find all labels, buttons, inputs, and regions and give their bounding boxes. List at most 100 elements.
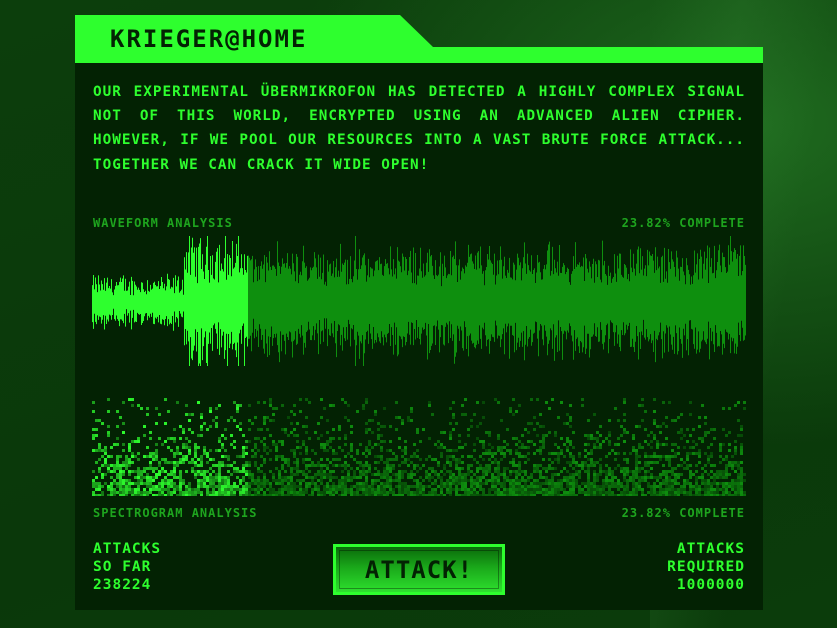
spectrogram-pixel xyxy=(227,488,230,491)
spectrogram-pixel xyxy=(443,464,446,467)
spectrogram-pixel xyxy=(404,458,407,461)
spectrogram-pixel xyxy=(395,494,398,496)
spectrogram-pixel xyxy=(401,485,404,488)
spectrogram-pixel xyxy=(101,449,104,452)
spectrogram-pixel xyxy=(317,479,320,482)
spectrogram-pixel xyxy=(515,479,518,482)
spectrogram-pixel xyxy=(281,476,284,479)
spectrogram-pixel xyxy=(740,482,743,485)
spectrogram-pixel xyxy=(356,494,359,496)
spectrogram-pixel xyxy=(254,494,257,496)
spectrogram-pixel xyxy=(272,407,275,410)
spectrogram-pixel xyxy=(296,473,299,476)
spectrogram-pixel xyxy=(416,482,419,485)
spectrogram-pixel xyxy=(590,494,593,496)
spectrogram-pixel xyxy=(170,491,173,494)
spectrogram-pixel xyxy=(125,479,128,482)
spectrogram-pixel xyxy=(650,494,653,496)
spectrogram-pixel xyxy=(584,455,587,458)
spectrogram-pixel xyxy=(680,428,683,431)
spectrogram-pixel xyxy=(278,479,281,482)
spectrogram-pixel xyxy=(209,485,212,488)
spectrogram-pixel xyxy=(365,488,368,491)
spectrogram-pixel xyxy=(494,470,497,473)
spectrogram-pixel xyxy=(719,473,722,476)
spectrogram-pixel xyxy=(446,470,449,473)
spectrogram-pixel xyxy=(137,404,140,407)
spectrogram-pixel xyxy=(329,494,332,496)
spectrogram-pixel xyxy=(572,461,575,464)
spectrogram-pixel xyxy=(272,443,275,446)
spectrogram-pixel xyxy=(605,455,608,458)
spectrogram-pixel xyxy=(302,488,305,491)
spectrogram-pixel xyxy=(467,470,470,473)
spectrogram-pixel xyxy=(116,482,119,485)
spectrogram-pixel xyxy=(293,473,296,476)
spectrogram-pixel xyxy=(263,473,266,476)
spectrogram-pixel xyxy=(569,482,572,485)
spectrogram-pixel xyxy=(737,482,740,485)
attack-button[interactable]: ATTACK! xyxy=(333,544,505,595)
spectrogram-pixel xyxy=(371,485,374,488)
spectrogram-pixel xyxy=(395,455,398,458)
spectrogram-pixel xyxy=(248,473,251,476)
spectrogram-pixel xyxy=(476,470,479,473)
spectrogram-pixel xyxy=(431,467,434,470)
spectrogram-pixel xyxy=(281,443,284,446)
spectrogram-pixel xyxy=(461,488,464,491)
spectrogram-pixel xyxy=(263,458,266,461)
spectrogram-pixel xyxy=(284,476,287,479)
spectrogram-pixel xyxy=(563,467,566,470)
spectrogram-pixel xyxy=(707,473,710,476)
spectrogram-pixel xyxy=(386,449,389,452)
spectrogram-pixel xyxy=(557,455,560,458)
spectrogram-pixel xyxy=(440,470,443,473)
spectrogram-pixel xyxy=(542,491,545,494)
spectrogram-pixel xyxy=(158,470,161,473)
spectrogram-pixel xyxy=(218,449,221,452)
spectrogram-pixel xyxy=(113,491,116,494)
spectrogram-pixel xyxy=(212,476,215,479)
spectrogram-pixel xyxy=(335,464,338,467)
spectrogram-pixel xyxy=(239,404,242,407)
spectrogram-pixel xyxy=(605,464,608,467)
spectrogram-pixel xyxy=(173,428,176,431)
spectrogram-pixel xyxy=(320,494,323,496)
spectrogram-pixel xyxy=(644,473,647,476)
spectrogram-pixel xyxy=(383,485,386,488)
spectrogram-pixel xyxy=(236,467,239,470)
spectrogram-pixel xyxy=(176,452,179,455)
spectrogram-pixel xyxy=(626,494,629,496)
spectrogram-pixel xyxy=(107,470,110,473)
spectrogram-pixel xyxy=(599,485,602,488)
spectrogram-pixel xyxy=(236,488,239,491)
spectrogram-pixel xyxy=(440,446,443,449)
spectrogram-pixel xyxy=(305,398,308,401)
spectrogram-pixel xyxy=(500,452,503,455)
spectrogram-pixel xyxy=(125,461,128,464)
spectrogram-pixel xyxy=(275,407,278,410)
spectrogram-pixel xyxy=(227,476,230,479)
spectrogram-pixel xyxy=(617,452,620,455)
spectrogram-pixel xyxy=(377,485,380,488)
spectrogram-pixel xyxy=(419,485,422,488)
spectrogram-pixel xyxy=(353,494,356,496)
spectrogram-pixel xyxy=(716,485,719,488)
spectrogram-pixel xyxy=(356,461,359,464)
spectrogram-pixel xyxy=(590,491,593,494)
spectrogram-pixel xyxy=(290,449,293,452)
spectrogram-pixel xyxy=(188,488,191,491)
spectrogram-pixel xyxy=(587,467,590,470)
spectrogram-pixel xyxy=(524,491,527,494)
spectrogram-pixel xyxy=(608,467,611,470)
spectrogram-pixel xyxy=(500,494,503,496)
spectrogram-pixel xyxy=(707,461,710,464)
spectrogram-pixel xyxy=(191,431,194,434)
spectrogram-pixel xyxy=(443,473,446,476)
spectrogram-pixel xyxy=(128,488,131,491)
spectrogram-pixel xyxy=(521,494,524,496)
spectrogram-pixel xyxy=(227,464,230,467)
spectrogram-pixel xyxy=(323,443,326,446)
spectrogram-pixel xyxy=(353,470,356,473)
spectrogram-pixel xyxy=(167,479,170,482)
